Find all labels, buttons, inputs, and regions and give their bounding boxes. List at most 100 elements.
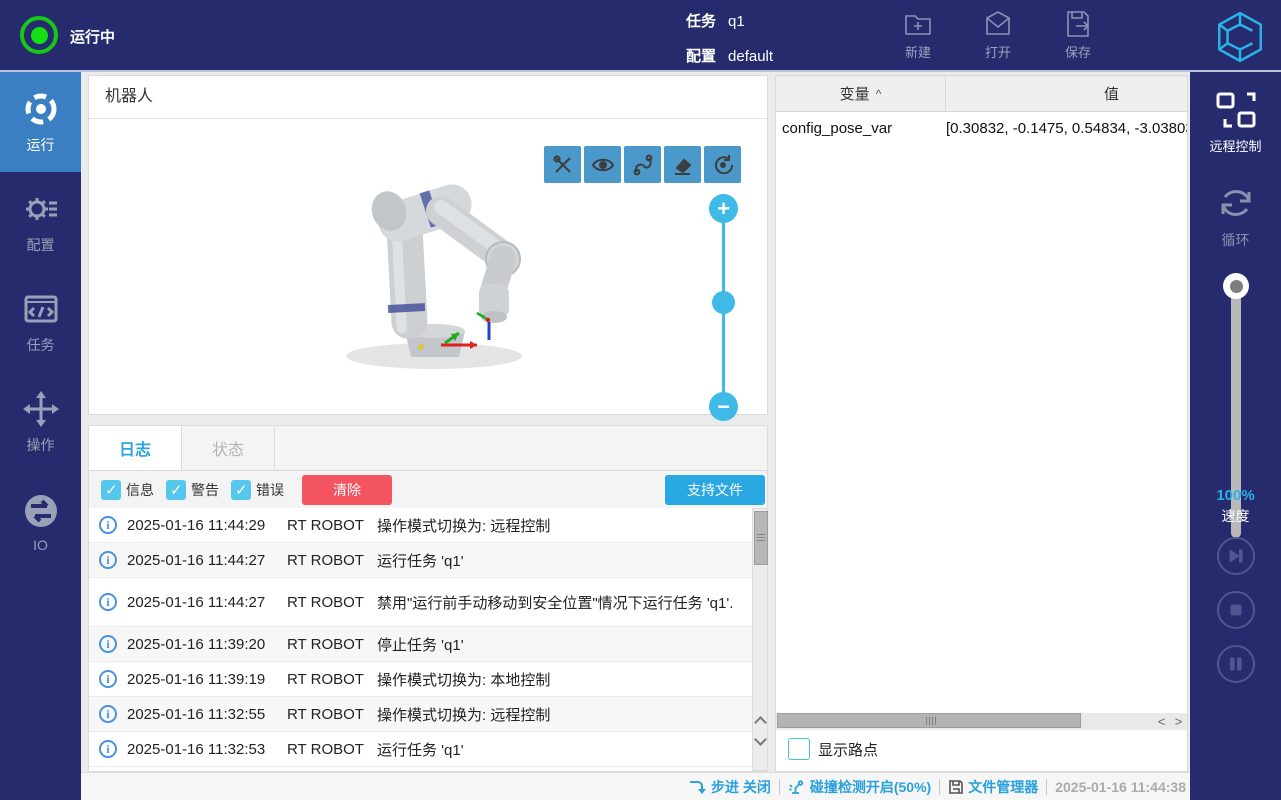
- run-icon: [21, 89, 61, 129]
- scroll-right-button[interactable]: >: [1170, 713, 1187, 730]
- sidebar-item-run[interactable]: 运行: [0, 72, 81, 172]
- log-source: RT ROBOT: [287, 636, 377, 653]
- column-header-value[interactable]: 值: [946, 76, 1187, 111]
- divider: [779, 779, 780, 795]
- log-row[interactable]: i 2025-01-16 11:32:55 RT ROBOT 操作模式切换为: …: [89, 697, 752, 732]
- sidebar-item-operate[interactable]: 操作: [0, 372, 81, 472]
- step-forward-button[interactable]: [1217, 537, 1255, 575]
- robot-panel-title: 机器人: [105, 76, 153, 118]
- task-row: 任务q1: [686, 10, 745, 31]
- sidebar-item-task[interactable]: 任务: [0, 272, 81, 372]
- info-icon: i: [99, 740, 117, 758]
- log-filterbar: 信息 警告 错误 清除 支持文件: [88, 471, 768, 508]
- sidebar-item-config[interactable]: 配置: [0, 172, 81, 272]
- step-mode-label: 步进 关闭: [711, 777, 771, 797]
- tools-button[interactable]: [544, 146, 581, 183]
- support-files-button[interactable]: 支持文件: [665, 475, 765, 505]
- scrollbar-thumb[interactable]: [777, 713, 1081, 728]
- divider: [1046, 779, 1047, 795]
- step-mode-toggle[interactable]: 步进 关闭: [689, 777, 771, 797]
- tab-status[interactable]: 状态: [182, 426, 275, 470]
- variable-row[interactable]: config_pose_var [0.30832, -0.1475, 0.548…: [776, 112, 1187, 144]
- variable-hscrollbar[interactable]: < >: [776, 713, 1187, 730]
- variable-panel: 变量 ^ 值 config_pose_var [0.30832, -0.1475…: [775, 75, 1188, 772]
- checkbox-icon: [101, 480, 121, 500]
- log-time: 2025-01-16 11:32:55: [127, 706, 287, 723]
- stop-button[interactable]: [1217, 591, 1255, 629]
- log-message: 操作模式切换为: 远程控制: [377, 515, 550, 536]
- log-scrollbar[interactable]: [752, 508, 768, 771]
- scroll-down-button[interactable]: [754, 735, 766, 751]
- collision-detection-toggle[interactable]: 碰撞检测开启(50%): [788, 777, 931, 797]
- right-sidebar: 远程控制 循环 100% 速度: [1190, 72, 1281, 800]
- path-icon: [631, 153, 655, 177]
- status-bar: 步进 关闭 碰撞检测开启(50%) 文件管理器 2025-01-16 11:44…: [81, 772, 1190, 800]
- status-text: 运行中: [70, 26, 115, 47]
- save-icon: [1062, 8, 1094, 40]
- eraser-button[interactable]: [664, 146, 701, 183]
- log-row[interactable]: i 2025-01-16 11:32:53 RT ROBOT 运行任务 'q1': [89, 732, 752, 767]
- robot-panel: 机器人: [88, 75, 768, 415]
- log-row[interactable]: i 2025-01-16 11:39:19 RT ROBOT 操作模式切换为: …: [89, 662, 752, 697]
- zoom-out-button[interactable]: −: [709, 392, 738, 421]
- open-task-button[interactable]: 打开: [966, 8, 1030, 66]
- log-time: 2025-01-16 11:39:20: [127, 636, 287, 653]
- path-button[interactable]: [624, 146, 661, 183]
- config-label: 配置: [686, 48, 716, 65]
- tab-log[interactable]: 日志: [89, 426, 182, 470]
- app-window: 运行中 任务q1 配置default 新建 打开 保存: [0, 0, 1281, 800]
- io-exchange-icon: [21, 491, 61, 531]
- filter-warning-checkbox[interactable]: 警告: [166, 480, 219, 500]
- scroll-up-button[interactable]: [754, 715, 766, 731]
- pause-button[interactable]: [1217, 645, 1255, 683]
- log-source: RT ROBOT: [287, 517, 377, 534]
- tools-icon: [551, 153, 575, 177]
- zoom-slider-handle[interactable]: [712, 291, 735, 314]
- loop-mode-button[interactable]: 循环: [1190, 180, 1281, 250]
- log-row[interactable]: i 2025-01-16 11:39:20 RT ROBOT 停止任务 'q1': [89, 627, 752, 662]
- show-waypoints-checkbox[interactable]: 显示路点: [788, 738, 878, 760]
- log-time: 2025-01-16 11:44:27: [127, 594, 287, 611]
- filter-info-checkbox[interactable]: 信息: [101, 480, 154, 500]
- scroll-left-button[interactable]: <: [1153, 713, 1170, 730]
- loop-icon: [1213, 180, 1259, 226]
- sidebar-item-io[interactable]: IO: [0, 472, 81, 572]
- clear-log-button[interactable]: 清除: [302, 475, 392, 505]
- sidebar-item-label: 任务: [27, 335, 55, 355]
- info-icon: i: [99, 705, 117, 723]
- log-source: RT ROBOT: [287, 741, 377, 758]
- sidebar-item-label: 操作: [27, 435, 55, 455]
- save-task-button[interactable]: 保存: [1046, 8, 1110, 66]
- new-task-button[interactable]: 新建: [886, 8, 950, 66]
- column-header-variable[interactable]: 变量 ^: [776, 76, 946, 111]
- show-waypoints-label: 显示路点: [818, 739, 878, 760]
- log-time: 2025-01-16 11:32:53: [127, 741, 287, 758]
- zoom-in-button[interactable]: +: [709, 194, 738, 223]
- status-timestamp: 2025-01-16 11:44:38: [1055, 779, 1186, 795]
- stop-icon: [1226, 600, 1246, 620]
- speed-slider-handle[interactable]: [1223, 273, 1249, 299]
- divider: [939, 779, 940, 795]
- scrollbar-thumb[interactable]: [754, 511, 768, 565]
- collision-icon: [788, 779, 806, 795]
- log-tabs: 日志 状态: [88, 425, 768, 471]
- log-message: 运行任务 'q1': [377, 550, 464, 571]
- collision-detection-label: 碰撞检测开启(50%): [810, 777, 931, 797]
- log-row[interactable]: i 2025-01-16 11:44:27 RT ROBOT 运行任务 'q1': [89, 543, 752, 578]
- remote-control-icon: [1214, 88, 1258, 132]
- new-folder-icon: [902, 8, 934, 40]
- visibility-button[interactable]: [584, 146, 621, 183]
- log-source: RT ROBOT: [287, 552, 377, 569]
- log-row[interactable]: i 2025-01-16 11:44:27 RT ROBOT 禁用"运行前手动移…: [89, 578, 752, 627]
- log-source: RT ROBOT: [287, 706, 377, 723]
- info-icon: i: [99, 593, 117, 611]
- variable-name: config_pose_var: [776, 120, 946, 137]
- file-manager-button[interactable]: 文件管理器: [948, 777, 1038, 797]
- rotate-view-button[interactable]: [704, 146, 741, 183]
- filter-error-checkbox[interactable]: 错误: [231, 480, 284, 500]
- sort-asc-icon: ^: [876, 87, 882, 101]
- log-row[interactable]: i 2025-01-16 11:44:29 RT ROBOT 操作模式切换为: …: [89, 508, 752, 543]
- remote-control-button[interactable]: 远程控制: [1190, 88, 1281, 155]
- checkbox-icon: [788, 738, 810, 760]
- brand-logo: [1212, 10, 1268, 64]
